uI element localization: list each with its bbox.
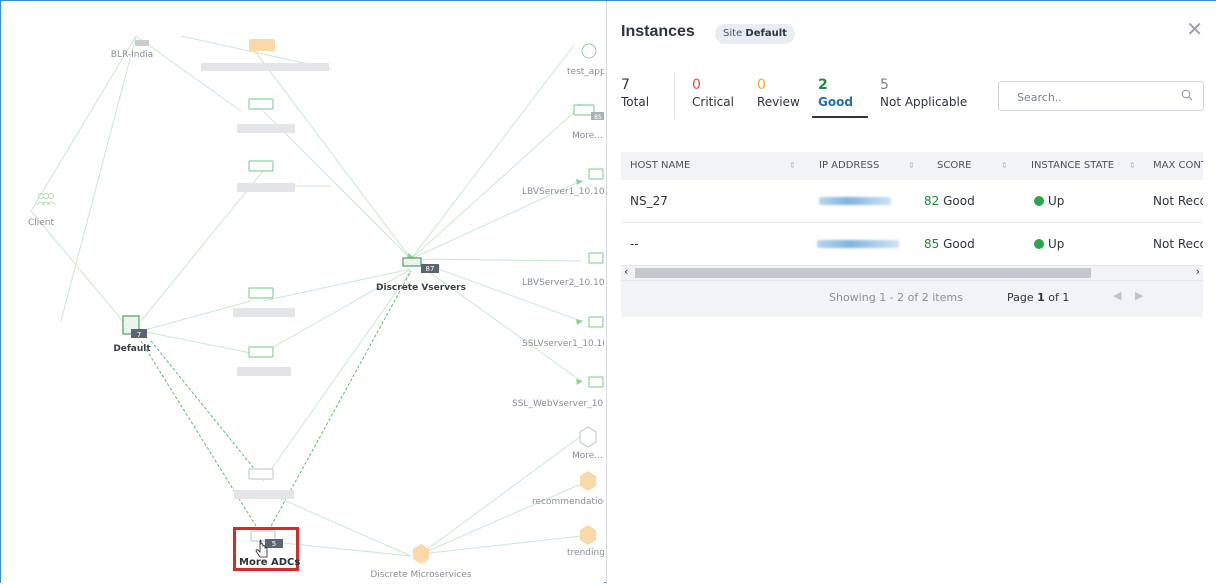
next-page-icon[interactable]: ▶ (1135, 289, 1143, 302)
column-header-ip-address[interactable]: IP ADDRESS (819, 152, 879, 180)
node-label-trending: trending (567, 548, 604, 558)
stat-critical-label: Critical (692, 95, 734, 109)
site-prefix: Site (723, 28, 743, 39)
search-input[interactable] (999, 82, 1179, 112)
default-badge: 7 (137, 331, 141, 339)
search-icon[interactable] (1181, 89, 1193, 101)
close-icon[interactable]: ✕ (1186, 19, 1203, 39)
vservers-badge: 87 (426, 265, 435, 273)
column-header-max-conn[interactable]: MAX CONTI (1153, 152, 1203, 180)
stat-not-applicable[interactable]: 5 Not Applicable (880, 77, 967, 109)
node-label-recommendation: recommendation (532, 497, 604, 507)
node-label-lbvserver2: LBVServer2_10.106 (522, 278, 604, 288)
stat-critical[interactable]: 0 Critical (692, 77, 734, 109)
state-label: Up (1048, 237, 1065, 251)
stat-total-count: 7 (621, 77, 630, 93)
scroll-left-icon[interactable]: ‹ (624, 265, 628, 278)
page-prefix: Page (1007, 291, 1034, 304)
score-label: Good (943, 194, 975, 208)
search-box (998, 81, 1204, 112)
node-label-more-top: More... (572, 131, 603, 141)
page-current: 1 (1037, 291, 1045, 304)
stat-critical-count: 0 (692, 77, 701, 93)
page-total: 1 (1062, 291, 1070, 304)
state-label: Up (1048, 194, 1065, 208)
topology-graph: 7 87 5 85 BLR-India Client Default Discr… (28, 35, 604, 580)
node-label-client: Client (28, 218, 55, 228)
status-up-icon (1034, 239, 1044, 249)
scroll-right-icon[interactable]: › (1196, 265, 1200, 278)
stat-review-label: Review (757, 95, 800, 109)
horizontal-scrollbar[interactable]: ‹ › (621, 265, 1203, 281)
site-badge: Site Default (715, 24, 795, 44)
stat-total-label: Total (621, 95, 650, 109)
node-label-blr-india: BLR-India (111, 50, 153, 60)
cell-ip-address-redacted (817, 240, 899, 248)
top-node-badge: 85 (594, 114, 602, 121)
stats-divider (674, 73, 675, 119)
cell-score: 85 Good (924, 223, 975, 265)
sort-icon[interactable]: ⇕ (908, 152, 915, 180)
stat-good[interactable]: 2 Good (818, 77, 853, 109)
node-label-more-mid: More... (572, 451, 603, 461)
stat-na-count: 5 (880, 77, 889, 93)
score-value: 82 (924, 194, 940, 208)
prev-page-icon[interactable]: ◀ (1113, 289, 1121, 302)
cell-host-name[interactable]: -- (630, 223, 639, 265)
cell-ip-address-redacted (819, 197, 891, 205)
page-of: of (1048, 291, 1059, 304)
cell-instance-state: Up (1034, 223, 1064, 265)
stat-review[interactable]: 0 Review (757, 77, 800, 109)
column-header-score[interactable]: SCORE (937, 152, 971, 180)
node-label-discrete-vservers: Discrete Vservers (376, 283, 466, 293)
cell-max-conn: Not Recor (1153, 237, 1203, 251)
stat-na-label: Not Applicable (880, 95, 968, 109)
column-header-host-name[interactable]: HOST NAME (630, 152, 690, 180)
node-label-more-adcs[interactable]: More ADCs (239, 557, 300, 568)
node-label-sslvserver1: SSLVserver1_10.10 (522, 339, 604, 349)
instances-table: HOST NAME ⇕ IP ADDRESS ⇕ SCORE ⇕ INSTANC… (621, 152, 1203, 317)
panel-title: Instances (621, 23, 695, 40)
sort-icon[interactable]: ⇕ (789, 152, 796, 180)
cell-score: 82 Good (924, 180, 975, 222)
stat-total[interactable]: 7 Total (621, 77, 649, 109)
column-header-instance-state[interactable]: INSTANCE STATE (1031, 152, 1114, 180)
scrollbar-thumb[interactable] (635, 268, 1091, 278)
score-label: Good (943, 237, 975, 251)
node-label-ssl-webvserver: SSL_WebVserver_10 (512, 399, 603, 409)
stat-good-count: 2 (818, 77, 828, 93)
instances-panel: Instances Site Default ✕ 7 Total 0 Criti… (606, 1, 1216, 584)
node-label-discrete-microservices: Discrete Microservices (370, 570, 471, 580)
showing-text: Showing 1 - 2 of 2 items (829, 291, 963, 304)
site-name: Default (745, 28, 787, 39)
sort-icon[interactable]: ⇕ (1129, 152, 1136, 180)
cell-host-name[interactable]: NS_27 (630, 180, 668, 222)
cell-instance-state: Up (1034, 180, 1064, 222)
table-row[interactable]: -- 85 Good Up Not Recor (621, 223, 1203, 266)
status-up-icon (1034, 196, 1044, 206)
node-label-lbvserver1: LBVServer1_10.106 (522, 187, 604, 197)
score-value: 85 (924, 237, 940, 251)
table-row[interactable]: NS_27 82 Good Up Not Recor (621, 180, 1203, 223)
topology-canvas[interactable]: 7 87 5 85 BLR-India Client Default Discr… (1, 1, 604, 584)
table-header: HOST NAME ⇕ IP ADDRESS ⇕ SCORE ⇕ INSTANC… (621, 152, 1203, 180)
stat-good-label: Good (818, 95, 853, 109)
active-tab-underline (812, 116, 868, 118)
sort-icon[interactable]: ⇕ (1001, 152, 1008, 180)
stat-review-count: 0 (757, 77, 766, 93)
node-label-default: Default (113, 344, 151, 354)
node-label-test-app: test_app (567, 67, 604, 77)
cell-max-conn: Not Recor (1153, 194, 1203, 208)
pagination: Showing 1 - 2 of 2 items Page 1 of 1 ◀ ▶ (621, 281, 1203, 317)
page-indicator: Page 1 of 1 (1007, 291, 1069, 304)
